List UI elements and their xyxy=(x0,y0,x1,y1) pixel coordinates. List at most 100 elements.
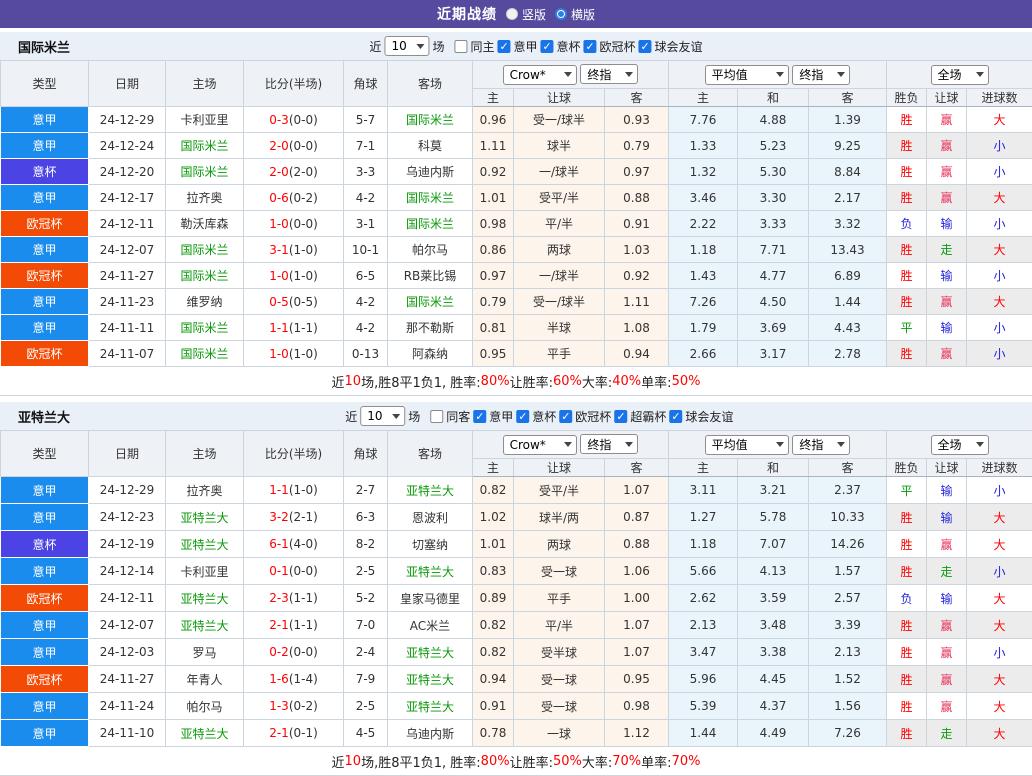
summary-segment: 单率: xyxy=(641,372,671,391)
home-team: 国际米兰 xyxy=(166,237,244,263)
odds-handicap: 受一球 xyxy=(514,693,605,720)
league-filter-checkbox[interactable] xyxy=(497,40,510,53)
games-count-select[interactable]: 10 xyxy=(360,406,405,426)
avg-home: 7.26 xyxy=(669,289,738,315)
odds-handicap: 平/半 xyxy=(514,612,605,639)
odds-away: 1.12 xyxy=(605,720,669,747)
league-filter-checkbox[interactable] xyxy=(639,40,652,53)
home-team: 卡利亚里 xyxy=(166,558,244,585)
result-scope-group: 全场 xyxy=(887,431,1032,459)
league-filter-checkbox[interactable] xyxy=(473,410,486,423)
score: 2-1(0-1) xyxy=(244,720,344,747)
result-outcome: 平 xyxy=(887,477,927,504)
same-venue-label: 同客 xyxy=(446,408,470,425)
odds-away: 0.88 xyxy=(605,531,669,558)
avg-time-select[interactable]: 终指 xyxy=(792,435,850,455)
halftime-score: (0-2) xyxy=(289,191,318,205)
filter-suffix-label: 场 xyxy=(432,38,444,55)
halftime-score: (0-1) xyxy=(289,726,318,740)
filter-prefix-label: 近 xyxy=(345,408,357,425)
layout-option-horizontal[interactable]: 横版 xyxy=(555,6,595,23)
table-row: 意甲24-12-03罗马0-2(0-0)2-4亚特兰大0.82受半球1.073.… xyxy=(1,639,1032,666)
avg-source-select[interactable]: 平均值 xyxy=(705,435,789,455)
summary-segment: 70% xyxy=(612,754,641,769)
odds-source-select-value: Crow* xyxy=(510,68,546,82)
table-row: 意杯24-12-19亚特兰大6-1(4-0)8-2切塞纳1.01两球0.881.… xyxy=(1,531,1032,558)
odds-home: 1.01 xyxy=(473,185,514,211)
score: 3-2(2-1) xyxy=(244,504,344,531)
corners: 2-4 xyxy=(344,639,388,666)
odds-away: 0.95 xyxy=(605,666,669,693)
games-count-select-value: 10 xyxy=(391,39,406,53)
odds-time-select[interactable]: 终指 xyxy=(580,434,638,454)
avg-draw: 4.77 xyxy=(738,263,809,289)
odds-handicap: 一/球半 xyxy=(514,263,605,289)
league-badge: 意杯 xyxy=(1,531,89,558)
odds-time-select[interactable]: 终指 xyxy=(580,64,638,84)
odds-source-select[interactable]: Crow* xyxy=(503,435,577,455)
odds-source-select[interactable]: Crow* xyxy=(503,65,577,85)
league-badge: 意甲 xyxy=(1,237,89,263)
away-team: 亚特兰大 xyxy=(388,693,473,720)
summary-segment: 大率: xyxy=(582,372,612,391)
home-team: 亚特兰大 xyxy=(166,612,244,639)
league-badge: 意甲 xyxy=(1,720,89,747)
avg-draw: 5.30 xyxy=(738,159,809,185)
chevron-down-icon xyxy=(564,442,572,447)
avg-away: 2.78 xyxy=(809,341,887,367)
score: 0-3(0-0) xyxy=(244,107,344,133)
league-badge: 意甲 xyxy=(1,185,89,211)
halftime-score: (0-2) xyxy=(289,699,318,713)
table-row: 意杯24-12-20国际米兰2-0(2-0)3-3乌迪内斯0.92一/球半0.9… xyxy=(1,159,1032,185)
away-team: 切塞纳 xyxy=(388,531,473,558)
avg-source-select[interactable]: 平均值 xyxy=(705,65,789,85)
column-header-5: 客场 xyxy=(388,431,473,477)
league-filter-checkbox[interactable] xyxy=(559,410,572,423)
away-team: 亚特兰大 xyxy=(388,558,473,585)
result-scope-select[interactable]: 全场 xyxy=(931,435,989,455)
league-filter-checkbox[interactable] xyxy=(584,40,597,53)
subcolumn-header: 主 xyxy=(669,459,738,477)
radio-unchecked-icon[interactable] xyxy=(506,8,518,20)
fulltime-score: 1-0 xyxy=(269,347,289,361)
result-goals: 大 xyxy=(967,185,1032,211)
result-outcome: 胜 xyxy=(887,666,927,693)
result-handicap: 赢 xyxy=(927,531,967,558)
avg-draw: 4.50 xyxy=(738,289,809,315)
league-filter-label: 意杯 xyxy=(556,38,580,55)
avg-away: 6.89 xyxy=(809,263,887,289)
radio-checked-icon[interactable] xyxy=(555,8,567,20)
league-filter-checkbox[interactable] xyxy=(540,40,553,53)
halftime-score: (0-0) xyxy=(289,217,318,231)
avg-time-select[interactable]: 终指 xyxy=(792,65,850,85)
result-goals: 大 xyxy=(967,720,1032,747)
header-row-groups: 类型日期主场比分(半场)角球客场Crow* 终指平均值 终指全场 xyxy=(1,431,1032,459)
league-filter-checkbox[interactable] xyxy=(516,410,529,423)
layout-option-vertical[interactable]: 竖版 xyxy=(506,6,546,23)
avg-away: 3.39 xyxy=(809,612,887,639)
same-venue-checkbox[interactable] xyxy=(430,410,443,423)
odds-home: 0.82 xyxy=(473,639,514,666)
summary-segment: 大率: xyxy=(582,752,612,771)
match-date: 24-11-27 xyxy=(89,666,166,693)
odds-handicap: 受一/球半 xyxy=(514,289,605,315)
section-bar: 亚特兰大近10场同客意甲意杯欧冠杯超霸杯球会友谊 xyxy=(0,402,1032,430)
section-bar: 国际米兰近10场同主意甲意杯欧冠杯球会友谊 xyxy=(0,32,1032,60)
result-handicap: 输 xyxy=(927,477,967,504)
fulltime-score: 2-1 xyxy=(269,618,289,632)
league-filter-checkbox[interactable] xyxy=(614,410,627,423)
halftime-score: (1-0) xyxy=(289,243,318,257)
odds-away: 0.94 xyxy=(605,341,669,367)
halftime-score: (2-0) xyxy=(289,165,318,179)
result-scope-select[interactable]: 全场 xyxy=(931,65,989,85)
same-venue-checkbox[interactable] xyxy=(454,40,467,53)
avg-draw: 7.07 xyxy=(738,531,809,558)
league-filter-checkbox[interactable] xyxy=(669,410,682,423)
chevron-down-icon xyxy=(564,72,572,77)
avg-source-select-value: 平均值 xyxy=(712,436,748,453)
league-badge: 欧冠杯 xyxy=(1,341,89,367)
avg-home: 2.66 xyxy=(669,341,738,367)
fulltime-score: 2-0 xyxy=(269,165,289,179)
games-count-select[interactable]: 10 xyxy=(384,36,429,56)
result-outcome: 胜 xyxy=(887,693,927,720)
